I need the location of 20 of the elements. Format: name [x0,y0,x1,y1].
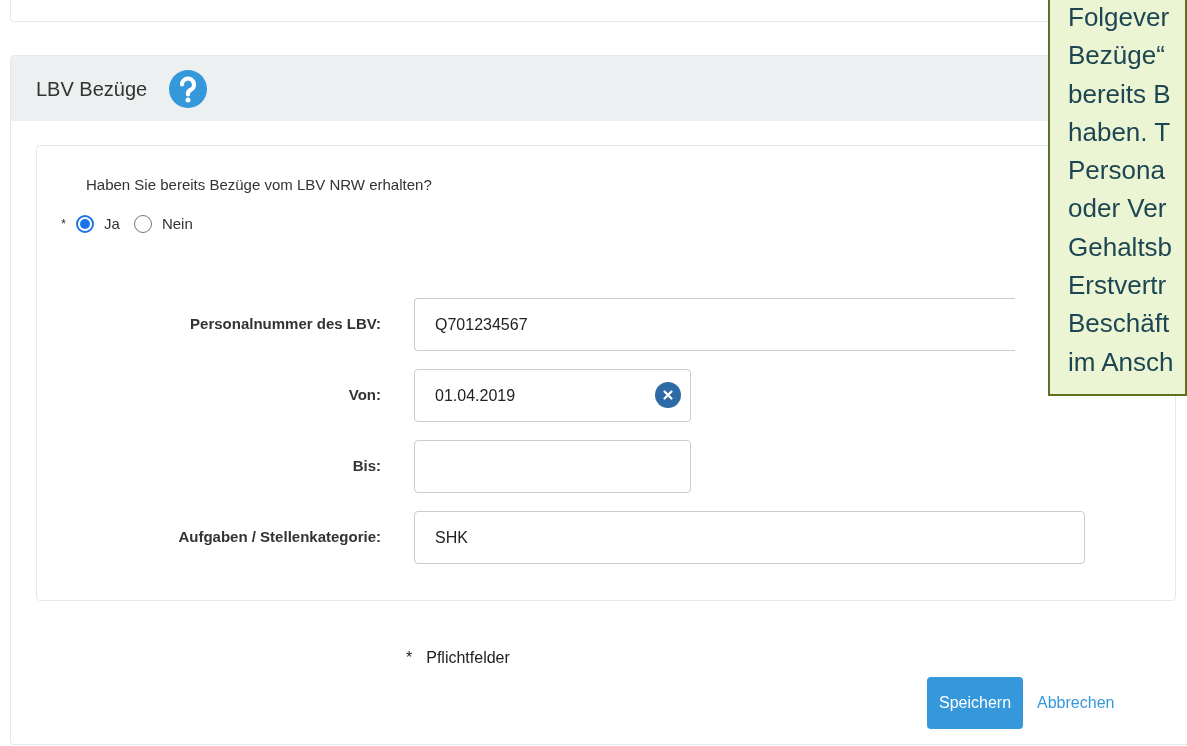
footnote-text: Pflichtfelder [426,648,510,668]
date-field[interactable]: 01.04.2019 [414,369,691,422]
field-label: Von: [347,385,382,406]
note-tooltip: Folgever Bezüge“ bereits B haben. T Persona oder Ver Gehaltsb Erstvertr Beschäft im Ansch [1048,0,1187,396]
text-field[interactable]: Q701234567 [414,298,1015,351]
field-label: Personalnummer des LBV: [189,314,382,335]
date-field[interactable] [414,440,691,493]
help-icon[interactable] [169,69,208,108]
radio-option[interactable]: Nein [133,212,193,235]
radio-option[interactable]: Ja [76,212,120,235]
radio-button[interactable] [76,214,95,233]
field-label: Bis: [351,456,382,477]
field-label: Aufgaben / Stellenkategorie: [177,527,382,548]
required-mark: * [406,648,413,668]
section-title: LBV Bezüge [36,76,148,102]
radio-button[interactable] [133,214,152,233]
text-field[interactable]: SHK [414,511,1085,564]
required-mark: * [61,215,67,233]
question-text: Haben Sie bereits Bezüge vom LBV NRW erhalten? [86,175,432,195]
clear-icon[interactable] [655,382,681,408]
